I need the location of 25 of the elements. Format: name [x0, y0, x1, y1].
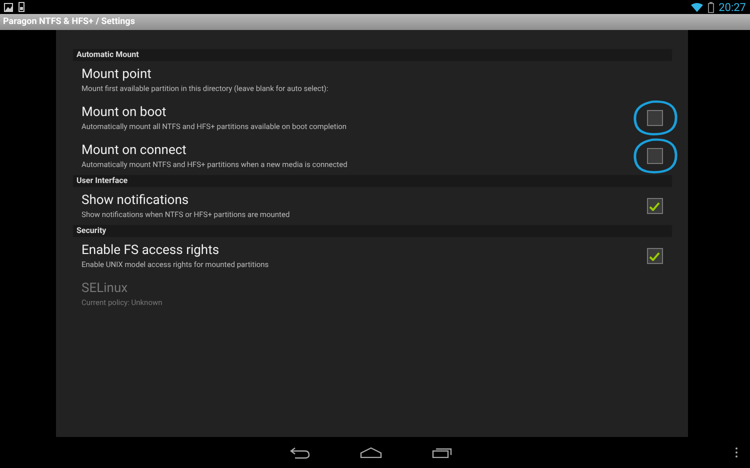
- section-header: Security: [72, 225, 672, 237]
- battery-icon: [708, 2, 714, 12]
- checkbox[interactable]: [646, 148, 662, 164]
- back-icon[interactable]: [290, 446, 310, 458]
- section-header: User Interface: [72, 175, 672, 187]
- preference-title: SELinux: [82, 281, 129, 296]
- clock: 20:27: [718, 0, 746, 14]
- overflow-menu-icon[interactable]: [735, 447, 738, 458]
- window-title: Paragon NTFS & HFS+ / Settings: [3, 17, 135, 27]
- preference-title: Enable FS access rights: [82, 243, 220, 258]
- preference-title: Mount on boot: [82, 105, 168, 120]
- preference-title: Show notifications: [82, 193, 190, 208]
- check-icon: [649, 202, 660, 210]
- checkbox[interactable]: [646, 110, 662, 126]
- preference-title: Mount point: [82, 67, 152, 82]
- sd-card-icon: [18, 2, 25, 12]
- wifi-icon: [690, 2, 703, 12]
- recent-apps-icon[interactable]: [432, 446, 452, 458]
- preference-title: Mount on connect: [82, 143, 188, 158]
- check-icon: [649, 252, 660, 260]
- picture-notification-icon: [4, 2, 13, 12]
- home-icon[interactable]: [360, 446, 382, 458]
- section-header: Automatic Mount: [72, 49, 672, 61]
- checkbox[interactable]: [646, 248, 662, 264]
- checkbox[interactable]: [646, 198, 662, 214]
